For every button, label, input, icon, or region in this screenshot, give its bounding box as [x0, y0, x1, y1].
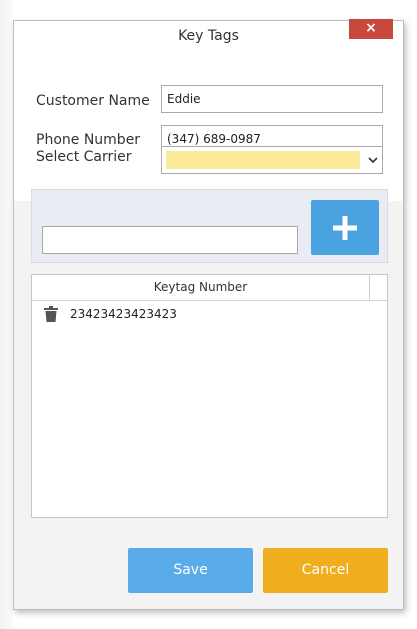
keytag-number-column-header[interactable]: Keytag Number: [32, 275, 370, 300]
customer-name-input[interactable]: [161, 85, 383, 113]
select-carrier-label: Select Carrier: [36, 149, 132, 165]
plus-icon: [333, 216, 357, 240]
dialog-title: Key Tags: [178, 28, 239, 44]
phone-number-label: Phone Number: [36, 132, 141, 148]
add-keytag-button[interactable]: [311, 200, 379, 255]
cancel-button[interactable]: Cancel: [263, 548, 388, 593]
keytag-number-cell: 23423423423423: [70, 307, 177, 321]
background-edge: [0, 0, 12, 629]
chevron-down-icon: [368, 157, 378, 164]
carrier-select[interactable]: [161, 146, 383, 174]
customer-form: Customer Name Phone Number: [14, 53, 403, 201]
keytag-input[interactable]: [42, 226, 298, 254]
add-keytag-panel: [31, 189, 388, 263]
key-tags-dialog: Key Tags × Customer Name Phone Number Se…: [13, 19, 404, 610]
close-button[interactable]: ×: [349, 19, 393, 39]
table-row[interactable]: 23423423423423: [32, 303, 387, 327]
screen: Key Tags × Customer Name Phone Number Se…: [0, 0, 417, 629]
save-button[interactable]: Save: [128, 548, 253, 593]
keytag-grid: Keytag Number 23423423423423: [31, 274, 388, 518]
carrier-select-value: [166, 151, 360, 169]
grid-header: Keytag Number: [32, 275, 387, 301]
title-bar: Key Tags ×: [14, 19, 403, 53]
customer-name-label: Customer Name: [36, 93, 150, 109]
trash-icon[interactable]: [44, 306, 58, 322]
